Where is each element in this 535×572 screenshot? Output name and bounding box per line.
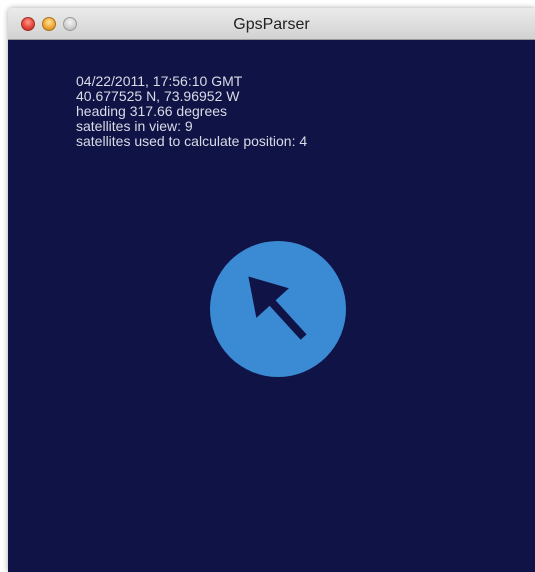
gps-panel: 04/22/2011, 17:56:10 GMT 40.677525 N, 73…: [8, 40, 535, 572]
app-window: GpsParser 04/22/2011, 17:56:10 GMT 40.67…: [8, 8, 535, 572]
title-bar[interactable]: GpsParser: [8, 8, 535, 40]
position-label: 40.677525 N, 73.96952 W: [76, 88, 240, 104]
gps-info: 04/22/2011, 17:56:10 GMT 40.677525 N, 73…: [76, 74, 307, 149]
satellites-in-view-label: satellites in view: 9: [76, 118, 193, 134]
satellites-used-label: satellites used to calculate position: 4: [76, 133, 308, 149]
window-title: GpsParser: [233, 16, 310, 33]
heading-compass: [210, 241, 346, 377]
heading-label: heading 317.66 degrees: [76, 103, 228, 119]
datetime-label: 04/22/2011, 17:56:10 GMT: [76, 73, 243, 89]
